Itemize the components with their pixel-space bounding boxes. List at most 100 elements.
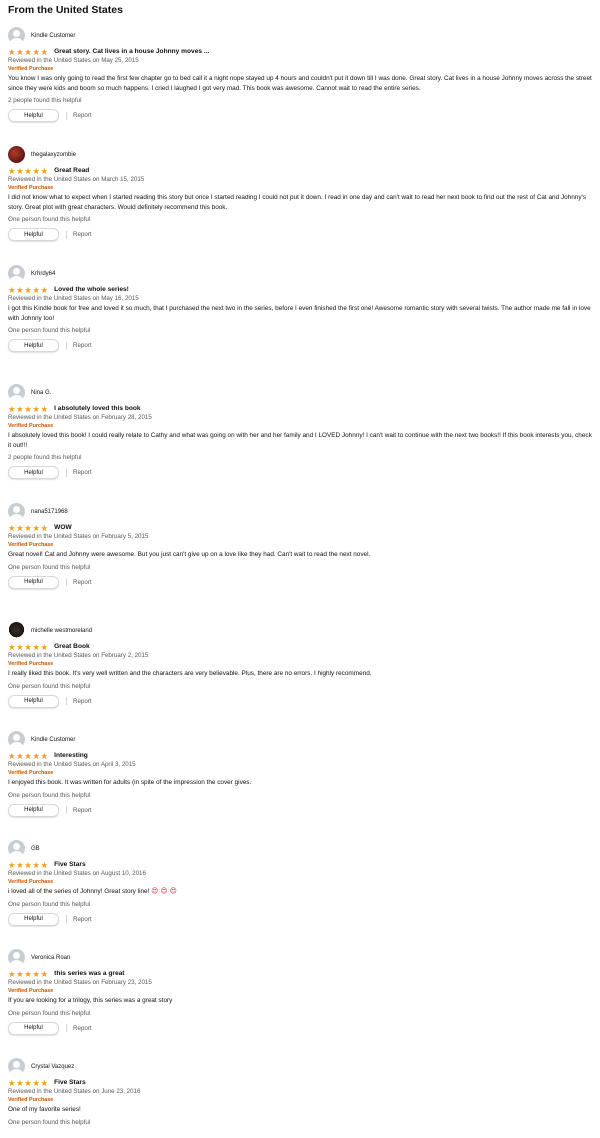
star-rating[interactable]: ★ ★ ★ ★ ★ [8,968,48,979]
report-link[interactable]: Report [73,916,92,923]
review-text: Great novel! Cat and Johnny were awesome… [8,551,371,558]
reviewer-name[interactable]: Kindle Customer [31,33,75,39]
avatar [8,949,25,966]
helpful-count: One person found this helpful [8,900,91,908]
star-icon: ★ [8,859,16,870]
helpful-button[interactable]: Helpful [8,228,59,241]
reviewer-name[interactable]: thegalaxyzombie [31,152,76,158]
review-title[interactable]: Five Stars [54,861,86,868]
star-rating[interactable]: ★ ★ ★ ★ ★ [8,284,49,295]
review-text: You know I was only going to read the fi… [8,75,592,92]
report-link[interactable]: Report [73,1025,92,1032]
avatar [8,840,25,857]
verified-purchase-badge[interactable]: Verified Purchase [8,878,594,886]
review-title[interactable]: Great Book [54,643,90,650]
star-icon: ★ [32,522,40,533]
reviewer-name[interactable]: Crystal Vazquez [31,1064,74,1070]
report-link[interactable]: Report [73,231,92,238]
star-icon: ★ [24,403,32,414]
helpful-button[interactable]: Helpful [8,912,59,926]
star-rating[interactable]: ★ ★ ★ ★ ★ [8,859,48,870]
verified-purchase-badge[interactable]: Verified Purchase [8,660,594,668]
review-title[interactable]: Interesting [54,752,88,759]
star-icon: ★ [8,750,16,761]
report-link[interactable]: Report [73,112,92,119]
reviewer-name[interactable]: Krhrdy64 [31,271,55,277]
star-rating[interactable]: ★ ★ ★ ★ ★ [8,750,48,761]
review-body: You know I was only going to read the fi… [8,74,594,93]
star-icon: ★ [32,46,40,57]
reviewer-name[interactable]: michelle westmoreland [31,628,92,634]
review-title[interactable]: this series was a great [54,970,124,977]
avatar [8,503,25,520]
star-rating[interactable]: ★ ★ ★ ★ ★ [8,166,48,175]
reviewer-profile[interactable]: Kindle Customer [8,27,594,44]
review-title[interactable]: Loved the whole series! [54,286,129,293]
divider [66,1024,67,1032]
star-icon: ★ [8,522,16,533]
reviewer-name[interactable]: nana5171968 [31,509,68,515]
helpful-button[interactable]: Helpful [8,694,59,708]
star-icon: ★ [32,1077,40,1088]
verified-purchase-badge[interactable]: Verified Purchase [8,422,594,430]
reviewer-name[interactable]: Nina G. [31,390,51,396]
review-title[interactable]: Great story. Cat lives in a house Johnny… [54,48,209,55]
reviewer-profile[interactable]: michelle westmoreland [8,622,594,639]
review-title[interactable]: WOW [54,524,72,531]
reviewer-profile[interactable]: Nina G. [8,384,594,401]
star-icon: ★ [16,46,24,57]
star-icon: ★ [24,859,32,870]
helpful-button[interactable]: Helpful [8,803,59,817]
star-icon: ★ [32,968,40,979]
review-item: Kindle Customer ★ ★ ★ ★ ★ Great story. Cat l… [8,27,594,122]
reviewer-profile[interactable]: Kindle Customer [8,731,594,748]
verified-purchase-badge[interactable]: Verified Purchase [8,184,594,192]
helpful-button[interactable]: Helpful [8,1021,59,1035]
helpful-button[interactable]: Helpful [8,109,59,122]
star-icon: ★ [40,284,49,295]
star-icon: ★ [40,522,49,533]
report-link[interactable]: Report [73,807,92,814]
star-rating[interactable]: ★ ★ ★ ★ ★ [8,403,48,414]
reviewer-profile[interactable]: Krhrdy64 [8,265,594,282]
divider [66,111,67,120]
star-rating[interactable]: ★ ★ ★ ★ ★ [8,522,49,533]
report-link[interactable]: Report [73,342,92,349]
reviewer-profile[interactable]: thegalaxyzombie [8,146,594,163]
verified-purchase-badge[interactable]: Verified Purchase [8,769,594,777]
star-rating[interactable]: ★ ★ ★ ★ ★ [8,46,48,57]
reviewer-profile[interactable]: Crystal Vazquez [8,1058,594,1075]
review-title[interactable]: I absolutely loved this book [54,405,140,412]
report-link[interactable]: Report [73,698,92,705]
reviewer-name[interactable]: Veronica Roan [31,955,70,961]
review-body: i loved all of the series of Johnny! Gre… [8,887,594,897]
report-link[interactable]: Report [73,469,92,476]
star-icon: ★ [32,641,40,652]
helpful-button[interactable]: Helpful [8,466,59,479]
star-icon: ★ [16,403,24,414]
reviewer-name[interactable]: GB [31,846,40,852]
star-icon: ★ [32,403,40,414]
review-body: I really liked this book. It's very well… [8,669,594,679]
helpful-button[interactable]: Helpful [8,339,59,352]
review-title[interactable]: Five Stars [54,1079,86,1086]
review-title[interactable]: Great Read [54,167,89,174]
verified-purchase-badge[interactable]: Verified Purchase [8,1096,594,1104]
star-rating[interactable]: ★ ★ ★ ★ ★ [8,1077,48,1088]
reviewer-name[interactable]: Kindle Customer [31,737,75,743]
review-actions: Helpful Report [8,339,594,352]
reviewer-profile[interactable]: nana5171968 [8,503,594,520]
helpful-button[interactable]: Helpful [8,575,59,589]
review-date: Reviewed in the United States on August … [8,870,146,877]
helpful-count: 2 people found this helpful [8,97,82,104]
report-link[interactable]: Report [73,579,92,586]
reviewer-profile[interactable]: GB [8,840,594,857]
verified-purchase-badge[interactable]: Verified Purchase [8,987,594,995]
star-icon: ★ [24,968,32,979]
review-text: If you are looking for a trilogy, this s… [8,997,173,1004]
verified-purchase-badge[interactable]: Verified Purchase [8,541,594,549]
star-rating[interactable]: ★ ★ ★ ★ ★ [8,641,48,652]
review-item: Kindle Customer ★ ★ ★ ★ ★ Interesting Review… [8,731,594,817]
verified-purchase-badge[interactable]: Verified Purchase [8,65,594,73]
reviewer-profile[interactable]: Veronica Roan [8,949,594,966]
